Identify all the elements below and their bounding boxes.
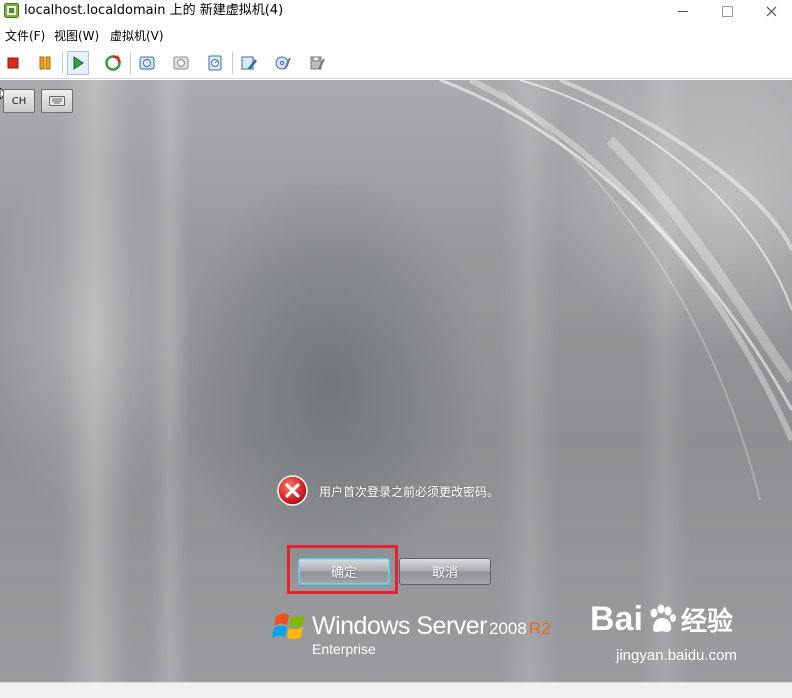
toolbar-separator xyxy=(62,52,63,74)
window-title: localhost.localdomain 上的 新建虚拟机(4) xyxy=(24,3,284,18)
power-off-button[interactable] xyxy=(2,51,24,75)
baidu-logo: Bai 经验 xyxy=(590,600,733,639)
product-year: 2008 xyxy=(489,619,527,638)
cd-dvd-icon xyxy=(275,56,291,70)
highlight-annotation xyxy=(287,545,398,594)
connect-floppy-button[interactable] xyxy=(306,51,328,75)
error-icon xyxy=(277,475,308,506)
close-button[interactable] xyxy=(750,0,792,22)
product-release: R2 xyxy=(528,619,551,638)
cancel-button[interactable]: 取消 xyxy=(399,558,491,585)
status-bar xyxy=(0,682,792,698)
cancel-button-label: 取消 xyxy=(431,566,458,581)
minimize-icon xyxy=(678,10,688,12)
error-message: 用户首次登录之前必须更改密码。 xyxy=(319,485,500,499)
menu-file[interactable]: 文件(F) xyxy=(5,28,45,44)
maximize-icon xyxy=(721,5,733,17)
vm-console[interactable]: CH 用户首次登录之前必须更改密码。 确定 取消 Windows Server xyxy=(0,80,792,682)
keyboard-icon xyxy=(49,96,65,106)
connect-cd-button[interactable] xyxy=(272,51,294,75)
toolbar-separator xyxy=(130,52,131,74)
product-edition: Enterprise xyxy=(312,641,376,657)
paw-icon xyxy=(650,604,676,632)
on-screen-keyboard-button[interactable] xyxy=(41,89,73,113)
stop-icon xyxy=(7,57,19,69)
menu-vm[interactable]: 虚拟机(V) xyxy=(110,28,164,44)
menu-view[interactable]: 视图(W) xyxy=(54,28,99,44)
snapshot-manager-button[interactable] xyxy=(204,51,226,75)
reset-button[interactable] xyxy=(102,51,124,75)
jingyan-text: 经验 xyxy=(680,606,733,636)
pause-icon xyxy=(39,56,51,70)
product-name: Windows Server xyxy=(312,612,488,640)
reset-icon xyxy=(105,55,121,71)
watermark-site: jingyan.baidu.com xyxy=(616,647,737,664)
toolbar xyxy=(0,48,792,79)
menu-bar: 文件(F) 视图(W) 虚拟机(V) xyxy=(0,26,792,46)
power-on-button[interactable] xyxy=(67,51,89,75)
suspend-button[interactable] xyxy=(34,51,56,75)
floppy-icon xyxy=(310,56,325,70)
input-language-label: CH xyxy=(11,95,27,107)
vsphere-app-icon xyxy=(4,3,19,18)
windows-flag-icon xyxy=(272,613,305,639)
edit-settings-button[interactable] xyxy=(238,51,260,75)
maximize-button[interactable] xyxy=(706,0,748,22)
close-icon xyxy=(766,6,776,16)
product-brand: Windows Server 2008 R2 xyxy=(312,612,551,641)
snapshot-icon xyxy=(139,56,155,70)
baidu-watermark: Bai 经验 jingyan.baidu.com xyxy=(590,600,737,664)
revert-snapshot-icon xyxy=(173,56,189,70)
minimize-button[interactable] xyxy=(662,0,704,22)
baidu-logo-text: Bai xyxy=(590,600,643,638)
manage-snapshots-icon xyxy=(208,55,222,71)
toolbar-separator xyxy=(232,52,233,74)
edit-settings-icon xyxy=(241,56,257,70)
revert-snapshot-button[interactable] xyxy=(170,51,192,75)
play-icon xyxy=(73,56,84,70)
take-snapshot-button[interactable] xyxy=(136,51,158,75)
title-bar: localhost.localdomain 上的 新建虚拟机(4) xyxy=(0,0,792,22)
input-language-button[interactable]: CH xyxy=(3,89,35,113)
